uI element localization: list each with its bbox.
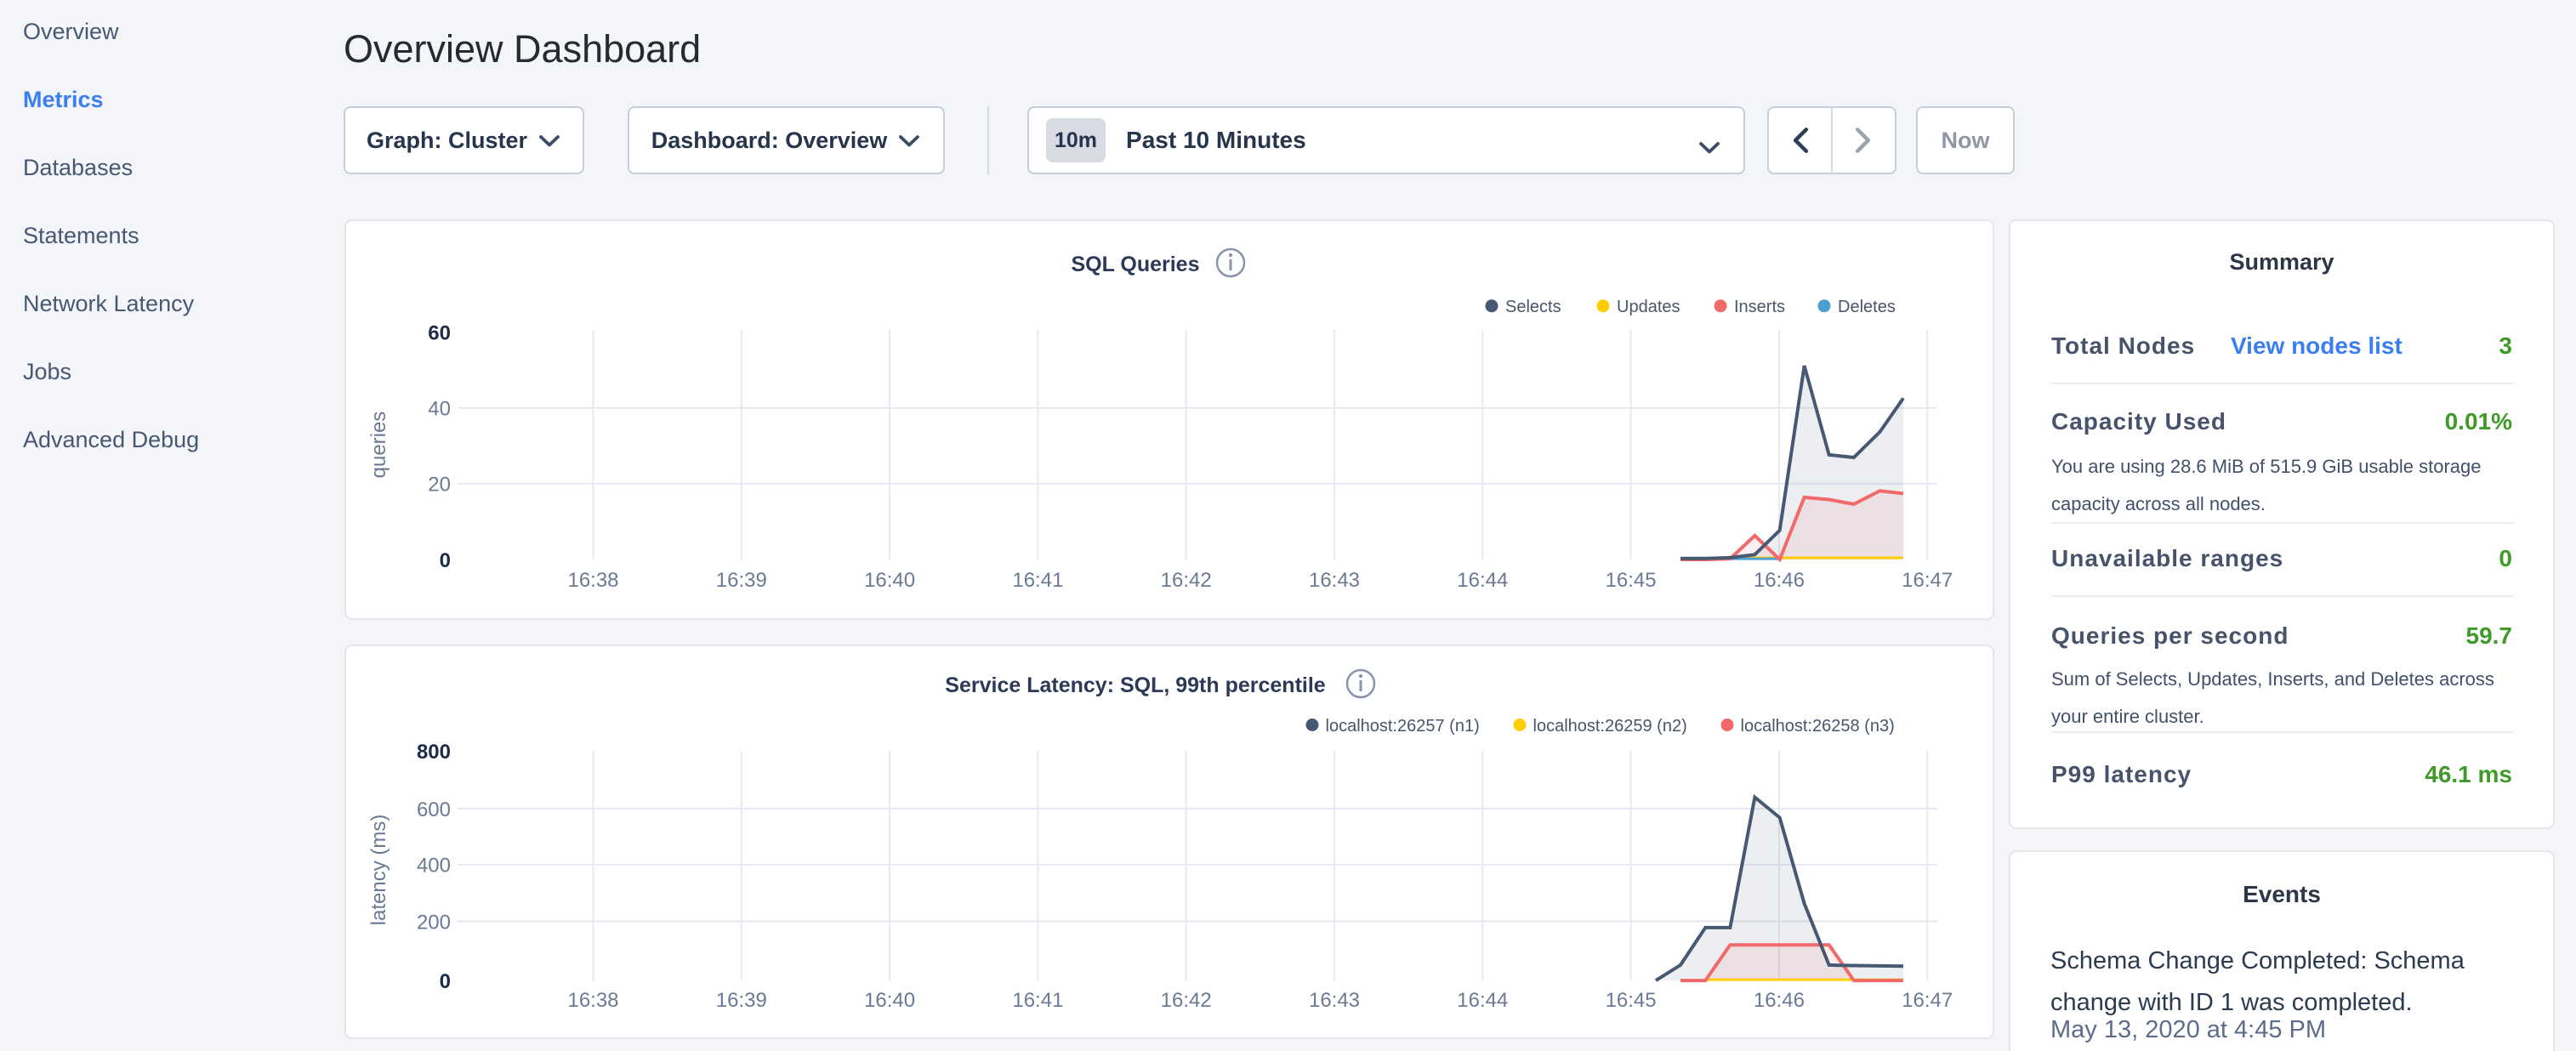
svg-text:600: 600	[417, 798, 451, 821]
svg-text:16:46: 16:46	[1754, 569, 1805, 592]
svg-text:0: 0	[440, 549, 451, 572]
svg-text:Inserts: Inserts	[1734, 298, 1785, 316]
svg-text:Service Latency: SQL, 99th per: Service Latency: SQL, 99th percentile	[945, 673, 1325, 697]
svg-text:16:40: 16:40	[864, 989, 915, 1012]
svg-text:16:39: 16:39	[716, 989, 767, 1012]
svg-text:200: 200	[417, 911, 451, 934]
svg-text:16:44: 16:44	[1457, 569, 1508, 592]
svg-text:16:43: 16:43	[1309, 569, 1360, 592]
svg-text:latency (ms): latency (ms)	[367, 815, 390, 926]
svg-text:16:41: 16:41	[1012, 989, 1063, 1012]
svg-text:Updates: Updates	[1617, 298, 1680, 316]
svg-text:16:39: 16:39	[716, 569, 767, 592]
svg-text:40: 40	[428, 398, 451, 421]
svg-text:16:41: 16:41	[1012, 569, 1063, 592]
svg-text:20: 20	[428, 474, 451, 497]
svg-text:16:45: 16:45	[1606, 989, 1657, 1012]
svg-text:Deletes: Deletes	[1838, 298, 1896, 316]
svg-text:queries: queries	[367, 412, 390, 479]
svg-text:16:42: 16:42	[1161, 569, 1212, 592]
svg-text:60: 60	[428, 321, 451, 344]
svg-text:0: 0	[440, 970, 451, 993]
svg-text:16:47: 16:47	[1902, 569, 1953, 592]
svg-text:localhost:26258 (n3): localhost:26258 (n3)	[1741, 717, 1895, 736]
svg-text:16:43: 16:43	[1309, 989, 1360, 1012]
svg-text:localhost:26257 (n1): localhost:26257 (n1)	[1326, 717, 1480, 736]
svg-text:16:44: 16:44	[1457, 989, 1508, 1012]
svg-text:SQL Queries: SQL Queries	[1072, 253, 1200, 276]
svg-text:16:38: 16:38	[567, 989, 618, 1012]
svg-text:400: 400	[417, 855, 451, 878]
svg-text:800: 800	[417, 741, 451, 764]
svg-text:Selects: Selects	[1505, 298, 1561, 316]
svg-text:16:38: 16:38	[567, 569, 618, 592]
svg-text:16:40: 16:40	[864, 569, 915, 592]
svg-text:16:45: 16:45	[1606, 569, 1657, 592]
svg-text:16:42: 16:42	[1161, 989, 1212, 1012]
svg-text:localhost:26259 (n2): localhost:26259 (n2)	[1533, 717, 1687, 736]
svg-text:16:47: 16:47	[1902, 989, 1953, 1012]
svg-text:16:46: 16:46	[1754, 989, 1805, 1012]
